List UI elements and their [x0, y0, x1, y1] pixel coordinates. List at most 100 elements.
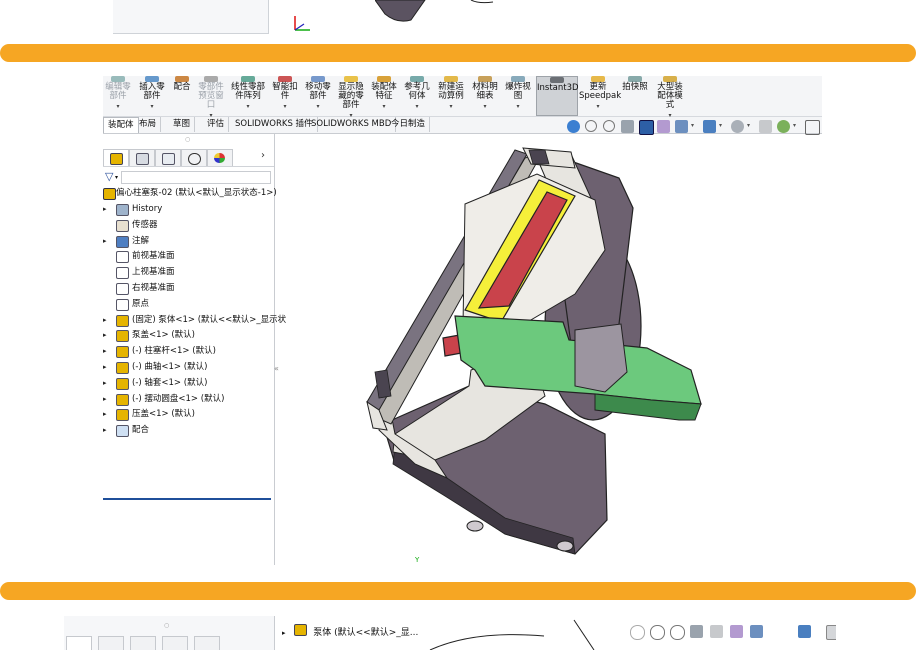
- ribbon-button-2[interactable]: 配合: [171, 76, 193, 116]
- tab-0[interactable]: 装配体: [103, 117, 139, 133]
- bottom-dimxpertmanager-tab[interactable]: [162, 636, 188, 650]
- filter-input[interactable]: [121, 171, 271, 184]
- expand-arrow-icon[interactable]: ▸: [103, 344, 107, 358]
- chevron-down-icon[interactable]: ▾: [303, 102, 333, 111]
- ribbon-button-1[interactable]: 插入零 部件 ▾: [136, 76, 168, 116]
- ribbon-button-6[interactable]: 移动零 部件 ▾: [303, 76, 333, 116]
- solidworks-window: 编辑零 部件 ▾ 插入零 部件 ▾ 配合 零部件 预览窗 口 ▾ 线性零部 件阵列 ▾ 智能扣 件…: [103, 76, 822, 565]
- mates-icon: [116, 425, 129, 438]
- bottom-featuremanager-panel: ○: [64, 616, 275, 650]
- expand-arrow-icon[interactable]: ▸: [103, 234, 107, 248]
- chevron-down-icon[interactable]: ▾: [470, 102, 500, 111]
- ribbon-button-13[interactable]: Instant3D: [536, 76, 579, 116]
- displaymanager-tab[interactable]: [207, 149, 233, 166]
- bottom-propertymanager-tab[interactable]: [98, 636, 124, 650]
- bottom-featuremanager-tab[interactable]: [66, 636, 92, 650]
- bottom-section-view-icon[interactable]: [690, 625, 703, 638]
- ribbon-button-0[interactable]: 编辑零 部件 ▾: [103, 76, 133, 116]
- ribbon-button-3[interactable]: 零部件 预览窗 口 ▾: [196, 76, 226, 119]
- plane-icon: [116, 267, 129, 280]
- chevron-down-icon[interactable]: ▾: [103, 102, 133, 111]
- bottom-configurationmanager-tab[interactable]: [130, 636, 156, 650]
- ribbon-button-16[interactable]: 大型装 配体模 式 ▾: [653, 76, 687, 119]
- monitor-icon[interactable]: [805, 120, 820, 135]
- tab-6[interactable]: 今日制造: [387, 117, 431, 132]
- bolt-hole: [556, 540, 574, 552]
- edit-appearance-icon[interactable]: [731, 120, 744, 133]
- part-icon: [116, 393, 129, 406]
- expand-arrow-icon[interactable]: ▸: [103, 360, 107, 374]
- bottom-displaymanager-tab[interactable]: [194, 636, 220, 650]
- part-icon: [116, 362, 129, 374]
- bottom-hide-show-icon[interactable]: [798, 625, 811, 638]
- dynamic-annotation-icon[interactable]: [639, 120, 654, 135]
- part-icon: [116, 377, 129, 390]
- part-icon: [294, 624, 308, 636]
- propertymanager-tab[interactable]: [129, 149, 155, 166]
- chevron-right-icon[interactable]: ›: [261, 150, 265, 161]
- ribbon-button-4[interactable]: 线性零部 件阵列 ▾: [229, 76, 267, 116]
- bottom-monitor-icon[interactable]: [826, 625, 836, 640]
- tree-filter[interactable]: ▽ ▾: [103, 170, 271, 184]
- view-orientation-icon[interactable]: [657, 120, 670, 133]
- ribbon-button-7[interactable]: 显示隐 藏的零 部件 ▾: [336, 76, 366, 119]
- bottom-screenshot-fragment: ○ ▸ 泵体 (默认<<默认>_显...: [64, 616, 836, 650]
- display-style-icon[interactable]: [675, 120, 688, 133]
- filter-icon[interactable]: ▽: [105, 170, 113, 183]
- zoom-to-fit-icon[interactable]: [567, 120, 580, 133]
- chevron-down-icon[interactable]: ▾: [579, 102, 617, 111]
- ribbon-button-5[interactable]: 智能扣 件 ▾: [270, 76, 300, 116]
- splitter-grip[interactable]: ○: [185, 136, 190, 143]
- chevron-down-icon[interactable]: ▾: [402, 102, 432, 111]
- featuremanager-tab[interactable]: [103, 149, 129, 166]
- apply-scene-icon[interactable]: [759, 120, 772, 133]
- chevron-down-icon[interactable]: ▾: [270, 102, 300, 111]
- expand-arrow-icon[interactable]: ▸: [103, 423, 107, 437]
- plane-icon: [116, 251, 129, 264]
- ribbon-button-10[interactable]: 新建运 动算例 ▾: [435, 76, 467, 116]
- tab-5[interactable]: SOLIDWORKS MBD: [307, 117, 397, 132]
- bottom-previous-view-icon[interactable]: [670, 625, 685, 640]
- bottom-annotation-icon[interactable]: [710, 625, 723, 638]
- model-section-view: Y: [366, 147, 702, 564]
- dimxpertmanager-tab[interactable]: [181, 149, 207, 166]
- bottom-view-orientation-icon[interactable]: [730, 625, 743, 638]
- hide-show-items-icon[interactable]: [703, 120, 716, 133]
- tab-1[interactable]: 布局: [135, 117, 162, 132]
- chevron-down-icon[interactable]: ▾: [503, 102, 533, 111]
- section-view-icon[interactable]: [621, 120, 634, 133]
- zoom-area-icon[interactable]: [585, 120, 597, 132]
- part-icon: [116, 346, 129, 359]
- history-folder-icon: [116, 204, 129, 216]
- chevron-down-icon[interactable]: ▾: [369, 102, 399, 111]
- previous-view-icon[interactable]: [603, 120, 615, 132]
- bottom-zoom-area-icon[interactable]: [650, 625, 665, 640]
- bottom-tree-node[interactable]: ▸ 泵体 (默认<<默认>_显...: [282, 624, 418, 638]
- part-icon: [116, 314, 129, 327]
- chevron-down-icon[interactable]: ▾: [435, 102, 467, 111]
- bottom-zoom-fit-icon[interactable]: [630, 625, 645, 640]
- ribbon-button-14[interactable]: 更新 Speedpak ▾: [579, 76, 621, 116]
- configurationmanager-tab[interactable]: [155, 149, 181, 166]
- origin-icon: [116, 298, 129, 311]
- chevron-down-icon[interactable]: ▾: [136, 102, 168, 111]
- expand-arrow-icon[interactable]: ▸: [103, 313, 107, 327]
- rollback-bar[interactable]: [103, 498, 271, 500]
- expand-arrow-icon[interactable]: ▸: [103, 392, 107, 406]
- commandmanager-ribbon: 编辑零 部件 ▾ 插入零 部件 ▾ 配合 零部件 预览窗 口 ▾ 线性零部 件阵列 ▾ 智能扣 件…: [103, 76, 822, 119]
- ribbon-button-15[interactable]: 拍快照: [620, 76, 650, 116]
- chevron-down-icon[interactable]: ▾: [229, 102, 267, 111]
- ribbon-button-11[interactable]: 材料明 细表 ▾: [470, 76, 500, 116]
- ribbon-button-8[interactable]: 装配体 特征 ▾: [369, 76, 399, 116]
- ribbon-button-12[interactable]: 爆炸视 图 ▾: [503, 76, 533, 116]
- ribbon-button-9[interactable]: 参考几 何体 ▾: [402, 76, 432, 116]
- bottom-display-style-icon[interactable]: [750, 625, 763, 638]
- tab-2[interactable]: 草图: [169, 117, 196, 132]
- expand-arrow-icon[interactable]: ▸: [103, 202, 107, 216]
- expand-arrow-icon[interactable]: ▸: [103, 328, 107, 342]
- view-settings-icon[interactable]: [777, 120, 790, 133]
- expand-arrow-icon[interactable]: ▸: [103, 376, 107, 390]
- tab-3[interactable]: 评估: [203, 117, 230, 132]
- tab-4[interactable]: SOLIDWORKS 插件: [231, 117, 318, 132]
- expand-arrow-icon[interactable]: ▸: [103, 407, 107, 421]
